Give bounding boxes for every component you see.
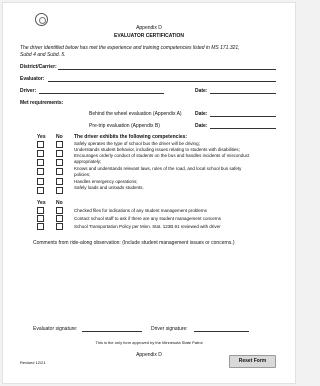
management-2-no-checkbox[interactable] bbox=[56, 215, 63, 222]
competency-item: Safely loads and unloads students. bbox=[74, 185, 144, 190]
competency-2-no-checkbox[interactable] bbox=[56, 150, 63, 157]
management-1-no-checkbox[interactable] bbox=[56, 207, 63, 214]
competency-item: Handles emergency operations; bbox=[74, 179, 138, 184]
behind-wheel-label: Behind the wheel evaluation (Appendix A) bbox=[89, 111, 182, 117]
reset-form-button[interactable]: Reset Form bbox=[229, 355, 276, 368]
competencies-heading: The driver exhibits the following compet… bbox=[74, 134, 188, 140]
behind-wheel-date-field[interactable] bbox=[210, 116, 276, 117]
met-requirements-heading: Met requirements: bbox=[20, 100, 64, 106]
competency-1-yes-checkbox[interactable] bbox=[37, 141, 44, 148]
competency-2-yes-checkbox[interactable] bbox=[37, 150, 44, 157]
competency-item: policies; bbox=[74, 172, 91, 177]
pre-trip-label: Pre-trip evaluation (Appendix B) bbox=[89, 123, 160, 129]
competency-6-yes-checkbox[interactable] bbox=[37, 187, 44, 194]
evaluator-field[interactable] bbox=[48, 81, 276, 82]
pre-trip-date-label: Date: bbox=[195, 123, 208, 129]
competency-3-yes-checkbox[interactable] bbox=[37, 159, 44, 166]
comments-area[interactable] bbox=[33, 249, 276, 319]
management-no-header: No bbox=[56, 200, 63, 206]
competency-3-no-checkbox[interactable] bbox=[56, 159, 63, 166]
driver-date-label: Date: bbox=[195, 88, 208, 94]
management-item: Checked files for indications of any stu… bbox=[74, 208, 207, 213]
evaluator-signature-field[interactable] bbox=[82, 331, 142, 332]
competency-1-no-checkbox[interactable] bbox=[56, 141, 63, 148]
competencies-no-header: No bbox=[56, 134, 63, 140]
competencies-yes-header: Yes bbox=[37, 134, 46, 140]
competency-item: Understands student behavior, including … bbox=[74, 147, 240, 152]
management-1-yes-checkbox[interactable] bbox=[37, 207, 44, 214]
form-title: EVALUATOR CERTIFICATION bbox=[114, 33, 184, 39]
evaluator-signature-label: Evaluator signature: bbox=[33, 326, 78, 332]
management-item: Contact school staff to ask if there are… bbox=[74, 216, 221, 221]
evaluator-label: Evaluator: bbox=[20, 76, 45, 82]
competency-item: Safely operates the type of school bus t… bbox=[74, 141, 200, 146]
competency-item: appropriately; bbox=[74, 159, 102, 164]
driver-field[interactable] bbox=[39, 93, 164, 94]
pre-trip-date-field[interactable] bbox=[210, 128, 276, 129]
form-page: Appendix D EVALUATOR CERTIFICATION The d… bbox=[3, 3, 295, 383]
management-yes-header: Yes bbox=[37, 200, 46, 206]
driver-label: Driver: bbox=[20, 88, 37, 94]
competency-5-no-checkbox[interactable] bbox=[56, 178, 63, 185]
competency-item: Knows and understands relevant laws, rul… bbox=[74, 166, 242, 171]
driver-signature-label: Driver signature: bbox=[151, 326, 188, 332]
management-item: School Transportation Policy per Minn. S… bbox=[74, 224, 221, 229]
competency-4-yes-checkbox[interactable] bbox=[37, 168, 44, 175]
competency-5-yes-checkbox[interactable] bbox=[37, 178, 44, 185]
approval-note: This is the only form approved by the Mi… bbox=[95, 340, 203, 345]
district-label: District/Carrier: bbox=[20, 64, 57, 70]
district-field[interactable] bbox=[58, 69, 276, 70]
intro-text-line-1: The driver identified below has met the … bbox=[20, 45, 240, 51]
driver-signature-field[interactable] bbox=[194, 331, 249, 332]
management-3-no-checkbox[interactable] bbox=[56, 223, 63, 230]
competency-4-no-checkbox[interactable] bbox=[56, 168, 63, 175]
intro-text-line-2: Subd 4 and Subd. 5. bbox=[20, 52, 66, 58]
competency-6-no-checkbox[interactable] bbox=[56, 187, 63, 194]
competency-item: Encourages orderly conduct of students o… bbox=[74, 153, 250, 158]
management-2-yes-checkbox[interactable] bbox=[37, 215, 44, 222]
page-label: Appendix D bbox=[136, 25, 162, 31]
management-3-yes-checkbox[interactable] bbox=[37, 223, 44, 230]
revised-date: Revised 12/21 bbox=[20, 360, 46, 365]
comments-label: Comments from ride-along observation: (I… bbox=[33, 240, 235, 246]
driver-date-field[interactable] bbox=[210, 93, 276, 94]
behind-wheel-date-label: Date: bbox=[195, 111, 208, 117]
